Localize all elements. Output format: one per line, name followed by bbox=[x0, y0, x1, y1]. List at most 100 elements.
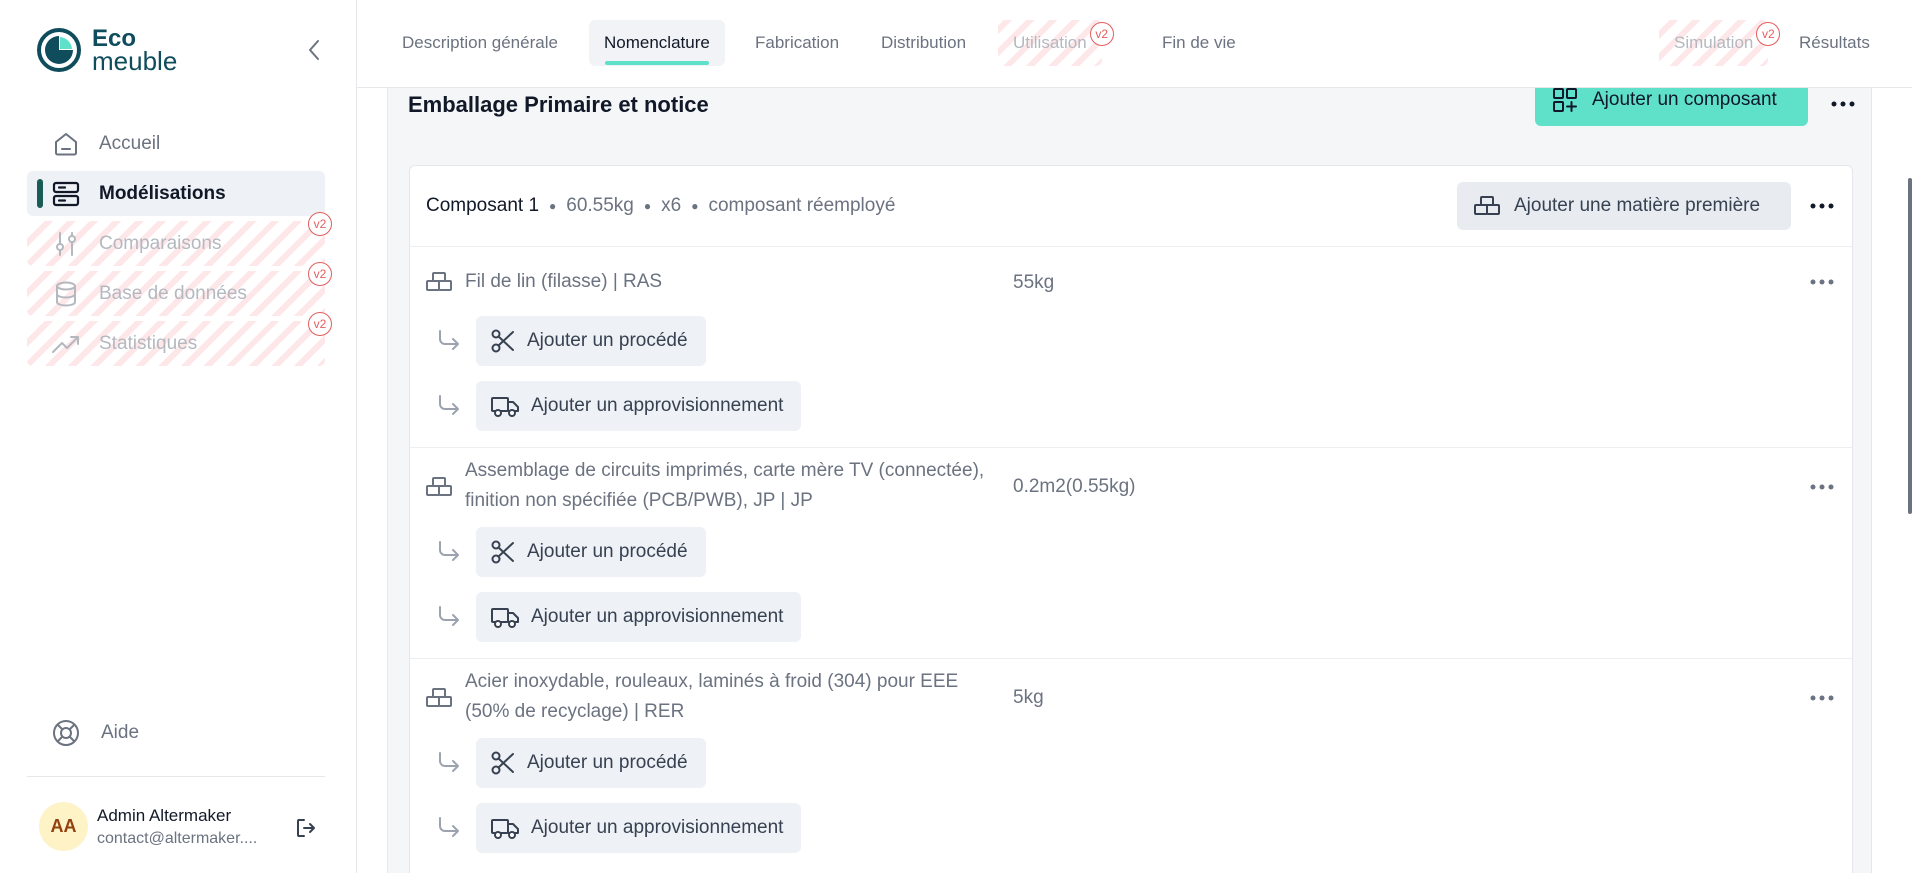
corner-down-right-icon bbox=[432, 389, 466, 423]
tab-nomenclature[interactable]: Nomenclature bbox=[589, 20, 725, 66]
tab-fin-de-vie[interactable]: Fin de vie bbox=[1147, 20, 1251, 66]
add-raw-material-label: Ajouter une matière première bbox=[1514, 195, 1761, 216]
sidebar-item-base-de-donnees: Base de données v2 bbox=[27, 262, 332, 316]
section-more-button[interactable] bbox=[1828, 89, 1858, 119]
material-row: Fil de lin (filasse) | RAS 55kg Ajouter … bbox=[410, 247, 1852, 448]
add-process-button[interactable]: Ajouter un procédé bbox=[476, 738, 706, 788]
user-email: contact@altermaker.... bbox=[97, 829, 258, 847]
material-more-button[interactable] bbox=[1807, 472, 1837, 502]
help-label: Aide bbox=[101, 722, 140, 743]
v2-badge: v2 bbox=[308, 212, 332, 236]
tab-distribution[interactable]: Distribution bbox=[866, 20, 981, 66]
corner-down-right-icon bbox=[432, 811, 466, 845]
user-name: Admin Altermaker bbox=[97, 805, 232, 825]
corner-down-right-icon bbox=[432, 535, 466, 569]
sidebar-item-label: Modélisations bbox=[99, 182, 226, 204]
sidebar-item-modelisations[interactable]: Modélisations bbox=[27, 171, 325, 216]
component-more-button[interactable] bbox=[1807, 191, 1837, 221]
tab-fabrication[interactable]: Fabrication bbox=[740, 20, 854, 66]
app-logo[interactable]: Eco meuble bbox=[36, 27, 178, 76]
tab-label: Simulation bbox=[1674, 33, 1754, 52]
supply-row: Ajouter un approvisionnement bbox=[432, 803, 802, 853]
more-horizontal-icon bbox=[1810, 695, 1834, 701]
supply-row: Ajouter un approvisionnement bbox=[432, 592, 802, 642]
add-process-label: Ajouter un procédé bbox=[527, 541, 688, 562]
corner-down-right-icon bbox=[432, 746, 466, 780]
bricks-icon bbox=[1473, 194, 1501, 218]
add-process-button[interactable]: Ajouter un procédé bbox=[476, 316, 706, 366]
v2-badge: v2 bbox=[1756, 22, 1781, 46]
add-raw-material-button[interactable]: Ajouter une matière première bbox=[1457, 182, 1791, 230]
sliders-icon bbox=[51, 229, 81, 259]
tab-label: Fin de vie bbox=[1162, 33, 1236, 52]
material-quantity: 5kg bbox=[1013, 687, 1044, 708]
material-name: Fil de lin (filasse) | RAS bbox=[465, 271, 663, 292]
add-supply-label: Ajouter un approvisionnement bbox=[531, 817, 784, 838]
tab-resultats[interactable]: Résultats bbox=[1784, 20, 1885, 66]
material-more-button[interactable] bbox=[1807, 267, 1837, 297]
user-profile[interactable]: AA Admin Altermaker contact@altermaker..… bbox=[39, 802, 329, 851]
bricks-icon bbox=[424, 267, 454, 297]
grid-plus-icon bbox=[1551, 88, 1579, 114]
logout-icon bbox=[297, 819, 315, 837]
add-supply-button[interactable]: Ajouter un approvisionnement bbox=[476, 803, 802, 853]
process-row: Ajouter un procédé bbox=[432, 738, 706, 788]
logo-wordmark: Eco meuble bbox=[92, 27, 178, 76]
more-horizontal-icon bbox=[1810, 279, 1834, 285]
add-supply-label: Ajouter un approvisionnement bbox=[531, 395, 784, 416]
process-row: Ajouter un procédé bbox=[432, 316, 706, 366]
sidebar-item-label: Comparaisons bbox=[99, 232, 222, 254]
material-quantity: 55kg bbox=[1013, 272, 1055, 293]
add-component-label: Ajouter un composant bbox=[1592, 89, 1777, 110]
packaging-section: Emballage Primaire et notice Ajouter un … bbox=[387, 88, 1872, 873]
scissors-icon bbox=[490, 539, 516, 565]
add-supply-button[interactable]: Ajouter un approvisionnement bbox=[476, 381, 802, 431]
sidebar-item-statistiques: Statistiques v2 bbox=[27, 312, 332, 366]
server-icon bbox=[51, 179, 81, 209]
user-info: Admin Altermaker contact@altermaker.... bbox=[97, 806, 277, 848]
page-scrollbar[interactable] bbox=[1908, 178, 1912, 514]
tab-description-generale[interactable]: Description générale bbox=[387, 20, 573, 66]
database-icon bbox=[51, 279, 81, 309]
component-summary: Composant 1 ● 60.55kg ● x6 ● composant r… bbox=[426, 195, 895, 217]
sidebar-item-accueil[interactable]: Accueil bbox=[27, 121, 325, 166]
lifebuoy-icon bbox=[51, 718, 81, 748]
material-name: Assemblage de circuits imprimés, carte m… bbox=[465, 460, 985, 511]
bricks-icon bbox=[424, 472, 454, 502]
logo-line-2: meuble bbox=[92, 46, 178, 76]
more-horizontal-icon bbox=[1831, 101, 1855, 107]
separator-dot: ● bbox=[691, 199, 699, 213]
sidebar-item-comparaisons: Comparaisons v2 bbox=[27, 212, 332, 266]
component-card: Composant 1 ● 60.55kg ● x6 ● composant r… bbox=[409, 165, 1853, 873]
chevron-left-icon bbox=[309, 40, 319, 60]
main-content: Emballage Primaire et notice Ajouter un … bbox=[357, 88, 1912, 873]
supply-row: Ajouter un approvisionnement bbox=[432, 381, 802, 431]
help-link[interactable]: Aide bbox=[51, 718, 139, 748]
collapse-sidebar-button[interactable] bbox=[300, 36, 328, 64]
add-component-button[interactable]: Ajouter un composant bbox=[1535, 88, 1808, 126]
material-row: Acier inoxydable, rouleaux, laminés à fr… bbox=[410, 659, 1852, 873]
add-process-button[interactable]: Ajouter un procédé bbox=[476, 527, 706, 577]
corner-down-right-icon bbox=[432, 324, 466, 358]
material-row: Assemblage de circuits imprimés, carte m… bbox=[410, 448, 1852, 659]
top-tab-bar: Description générale Nomenclature Fabric… bbox=[357, 0, 1912, 88]
add-supply-button[interactable]: Ajouter un approvisionnement bbox=[476, 592, 802, 642]
v2-badge: v2 bbox=[1089, 22, 1114, 46]
tab-utilisation: Utilisation v2 bbox=[998, 20, 1114, 66]
add-process-label: Ajouter un procédé bbox=[527, 752, 688, 773]
logout-button[interactable] bbox=[293, 815, 319, 841]
component-weight: 60.55kg bbox=[566, 195, 634, 216]
tab-label: Distribution bbox=[881, 33, 967, 52]
component-name: Composant 1 bbox=[426, 195, 540, 216]
more-horizontal-icon bbox=[1810, 484, 1834, 490]
eco-meuble-logo-icon bbox=[37, 28, 81, 72]
tab-label: Description générale bbox=[402, 33, 558, 52]
material-more-button[interactable] bbox=[1807, 683, 1837, 713]
sidebar-divider bbox=[27, 776, 325, 777]
add-supply-label: Ajouter un approvisionnement bbox=[531, 606, 784, 627]
section-title: Emballage Primaire et notice bbox=[408, 92, 709, 117]
v2-badge: v2 bbox=[308, 312, 332, 336]
material-quantity: 0.2m2(0.55kg) bbox=[1013, 476, 1136, 497]
sidebar-item-label: Accueil bbox=[99, 132, 161, 154]
more-horizontal-icon bbox=[1810, 203, 1834, 209]
